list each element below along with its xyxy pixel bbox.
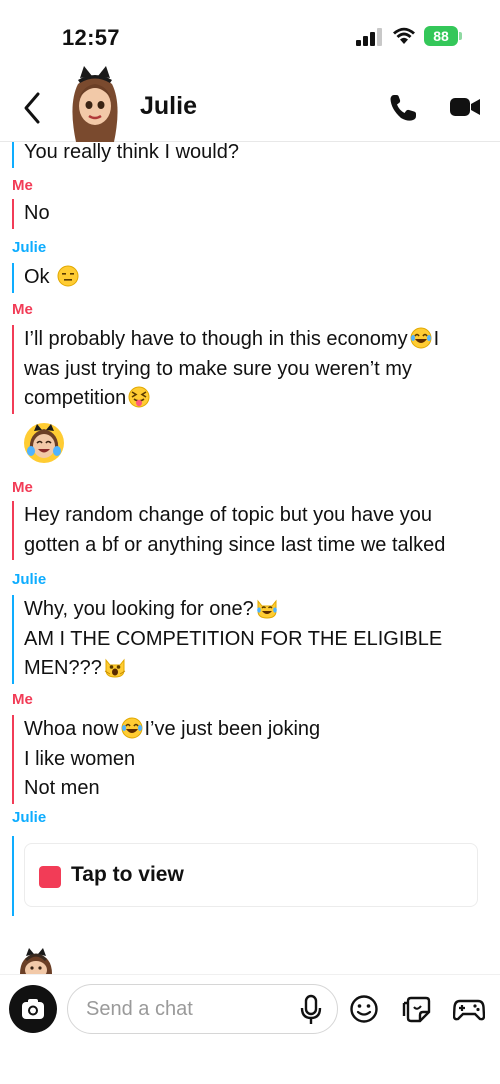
signal-icon bbox=[356, 28, 384, 46]
tears-of-joy-emoji bbox=[409, 327, 432, 349]
smiley-icon[interactable] bbox=[349, 994, 379, 1024]
squinting-tongue-emoji bbox=[128, 386, 150, 408]
battery-icon: 88 bbox=[424, 26, 458, 46]
tears-of-joy-emoji bbox=[120, 717, 143, 739]
back-chevron-icon[interactable] bbox=[20, 91, 44, 125]
sender-label-me: Me bbox=[12, 479, 33, 496]
camera-icon bbox=[22, 999, 44, 1019]
message-me-4: Whoa now I’ve just been joking I like wom… bbox=[12, 715, 482, 804]
weary-cat-emoji bbox=[104, 658, 126, 678]
message-julie-2: Ok bbox=[12, 263, 482, 293]
message-me-1: No bbox=[12, 199, 482, 229]
bitmoji-peeking-icon bbox=[20, 948, 52, 974]
message-line: I like women bbox=[24, 747, 136, 770]
message-line: Hey random change of topic but you have … bbox=[24, 504, 433, 526]
unopened-snap-icon bbox=[39, 866, 61, 888]
snap-label: Tap to view bbox=[71, 863, 184, 886]
sender-label-me: Me bbox=[12, 691, 33, 708]
snap-tap-to-view[interactable]: Tap to view bbox=[24, 843, 478, 907]
sender-label-julie: Julie bbox=[12, 239, 47, 256]
message-line: competition bbox=[24, 387, 127, 409]
message-me-2: I’ll probably have to though in this eco… bbox=[12, 325, 482, 414]
sender-label-julie: Julie bbox=[12, 809, 47, 826]
chat-thread: You really think I would? Me No Julie Ok… bbox=[0, 142, 500, 974]
expressionless-face-emoji bbox=[57, 265, 79, 287]
phone-icon[interactable] bbox=[388, 93, 418, 123]
message-line: MEN??? bbox=[24, 657, 102, 679]
message-text: Ok bbox=[24, 266, 50, 288]
message-line: I’ll probably have to though in this eco… bbox=[24, 328, 408, 350]
message-line: gotten a bf or anything since last time … bbox=[24, 533, 446, 556]
bitmoji-avatar[interactable] bbox=[62, 64, 128, 142]
message-julie-3: Why, you looking for one? AM I THE COMPE… bbox=[12, 595, 482, 684]
message-line: I bbox=[433, 328, 440, 350]
message-julie-1: You really think I would? bbox=[12, 142, 482, 168]
message-line: Whoa now bbox=[24, 718, 119, 740]
sender-label-julie: Julie bbox=[12, 571, 47, 588]
sender-label-me: Me bbox=[12, 177, 33, 194]
message-text: You really think I would? bbox=[24, 142, 239, 163]
status-time: 12:57 bbox=[62, 25, 120, 50]
message-me-3: Hey random change of topic but you have … bbox=[12, 501, 482, 560]
message-line: Not men bbox=[24, 777, 100, 799]
bitmoji-laughing-sticker[interactable] bbox=[22, 421, 66, 465]
wifi-icon bbox=[393, 27, 415, 44]
message-line: was just trying to make sure you weren’t… bbox=[24, 357, 412, 380]
battery-level: 88 bbox=[433, 28, 449, 44]
sender-label-me: Me bbox=[12, 301, 33, 318]
microphone-icon[interactable] bbox=[298, 994, 324, 1026]
status-bar: 12:57 88 bbox=[0, 0, 500, 64]
message-line: I’ve just been joking bbox=[144, 718, 321, 740]
message-text: No bbox=[24, 202, 50, 224]
chat-header: Julie bbox=[0, 64, 500, 142]
game-controller-icon[interactable] bbox=[453, 994, 485, 1024]
video-camera-icon[interactable] bbox=[449, 95, 481, 119]
camera-button[interactable] bbox=[9, 985, 57, 1033]
battery-tip bbox=[459, 32, 462, 40]
sticker-icon[interactable] bbox=[402, 994, 432, 1024]
cat-tears-of-joy-emoji bbox=[256, 599, 277, 619]
contact-name[interactable]: Julie bbox=[140, 92, 197, 121]
bottom-bar bbox=[0, 974, 500, 1084]
message-line: AM I THE COMPETITION FOR THE ELIGIBLE bbox=[24, 627, 443, 650]
message-line: Why, you looking for one? bbox=[24, 598, 254, 620]
